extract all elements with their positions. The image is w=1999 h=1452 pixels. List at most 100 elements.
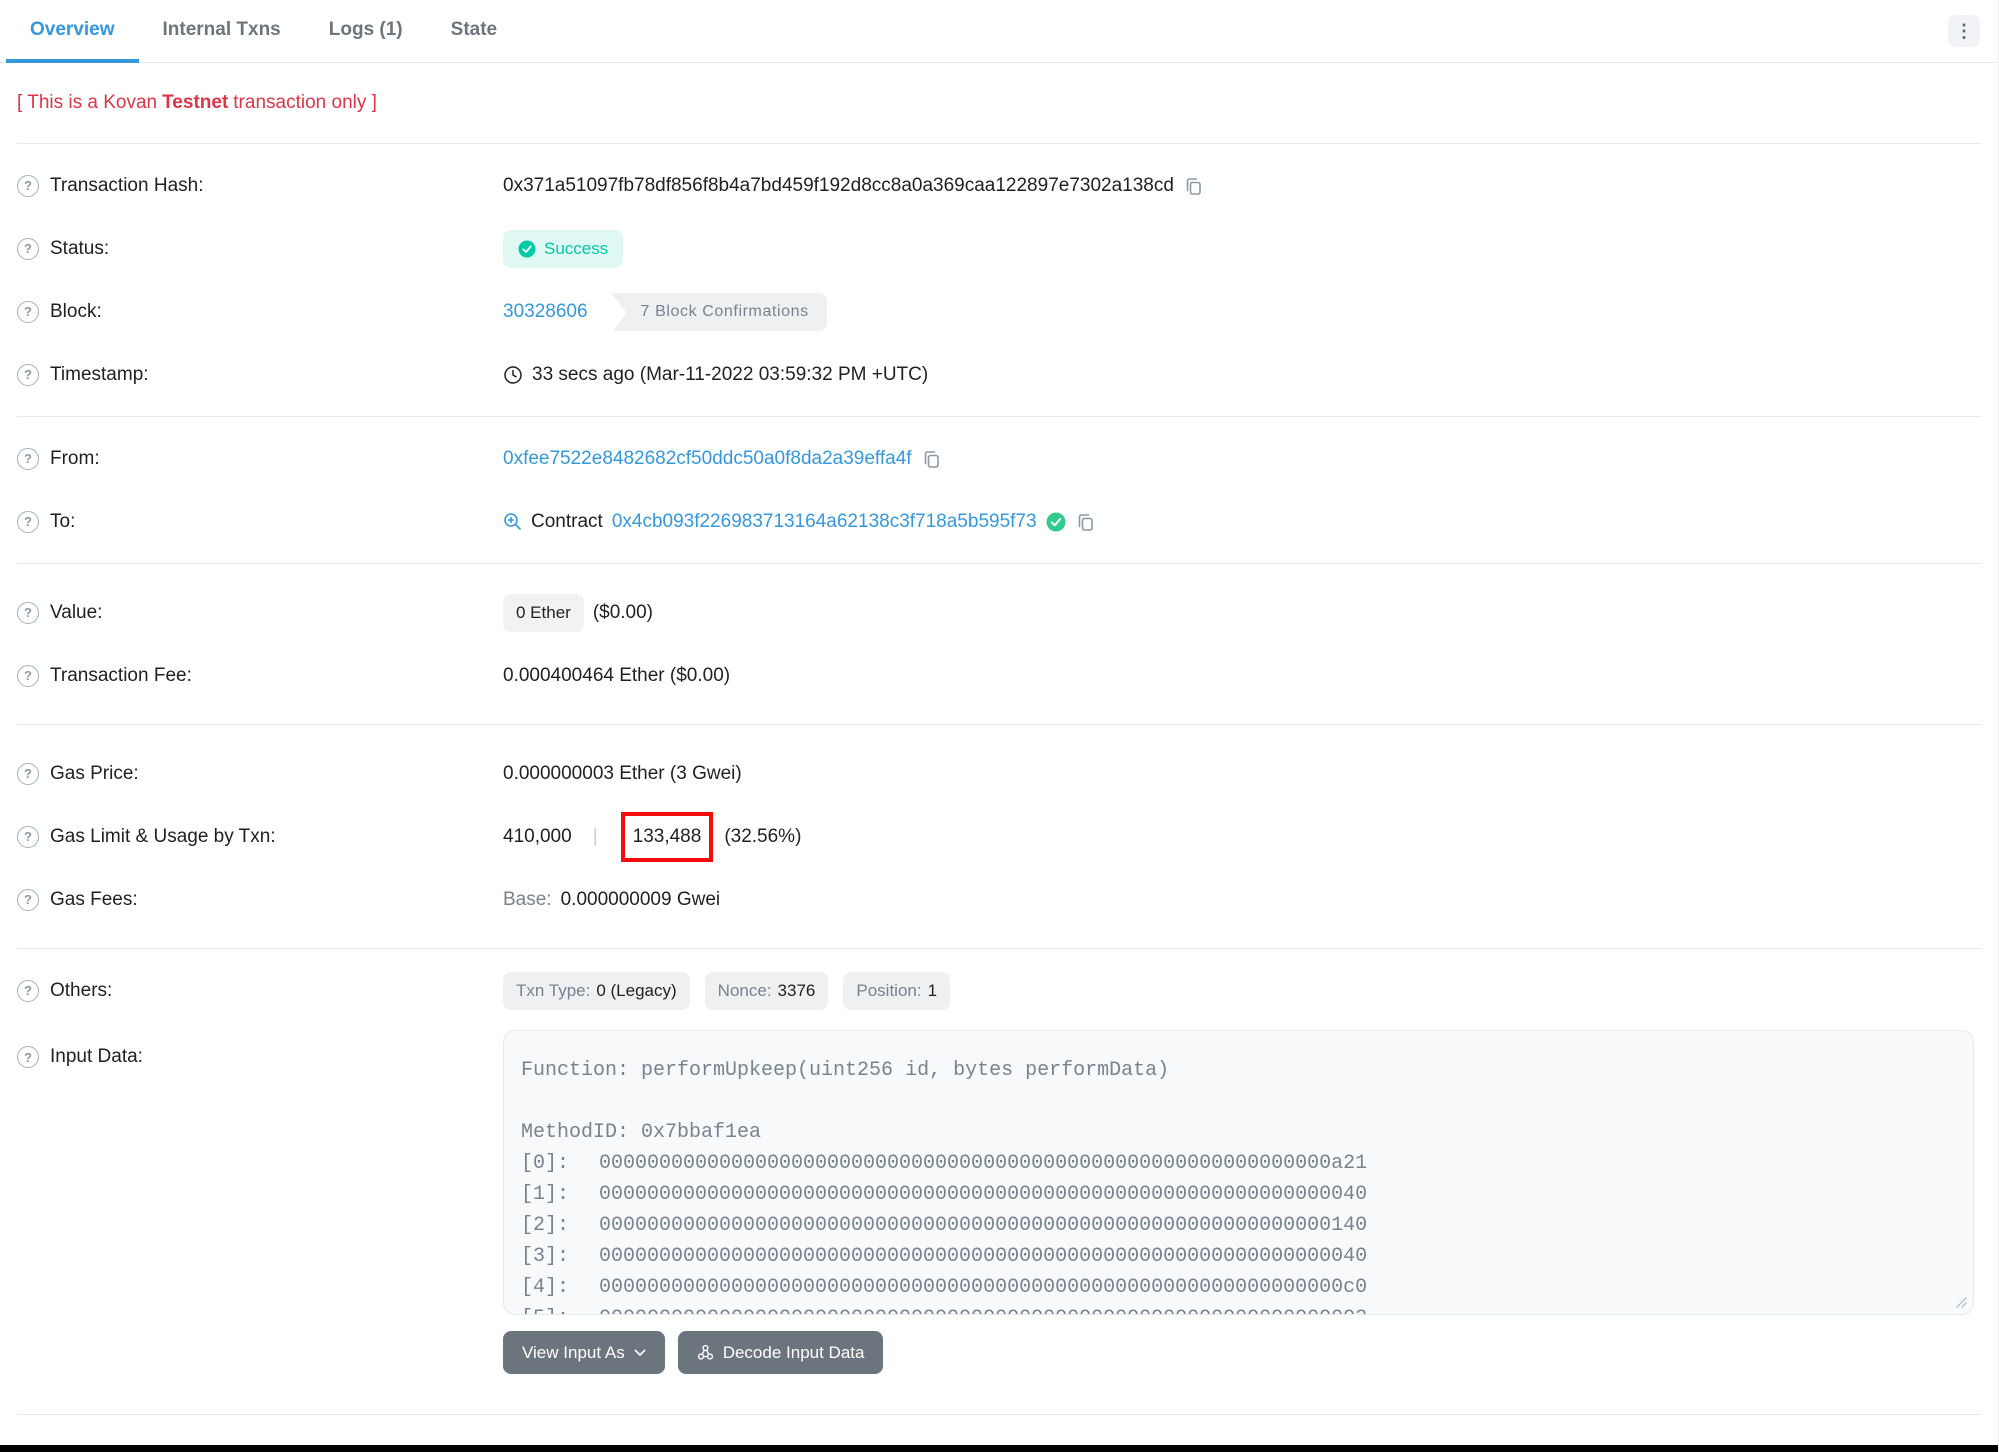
copy-icon[interactable] bbox=[921, 449, 941, 469]
gas-fees-base-value: 0.000000009 Gwei bbox=[560, 888, 721, 910]
transaction-hash-value: 0x371a51097fb78df856f8b4a7bd459f192d8cc8… bbox=[503, 174, 1174, 196]
copy-icon[interactable] bbox=[1183, 176, 1203, 196]
from-label: From: bbox=[50, 447, 100, 469]
help-icon[interactable]: ? bbox=[17, 1046, 39, 1068]
decode-input-data-button[interactable]: Decode Input Data bbox=[677, 1331, 884, 1374]
help-icon[interactable]: ? bbox=[17, 664, 39, 687]
help-icon[interactable]: ? bbox=[17, 237, 39, 260]
row-status: ? Status: Success bbox=[17, 217, 1981, 280]
word-index: [0]: bbox=[521, 1152, 570, 1175]
help-icon[interactable]: ? bbox=[17, 979, 39, 1002]
help-icon[interactable]: ? bbox=[17, 825, 39, 848]
nonce-value: 3376 bbox=[777, 980, 816, 1000]
position-badge: Position: 1 bbox=[843, 971, 951, 1010]
word-index: [3]: bbox=[521, 1245, 570, 1268]
word-hex: 0000000000000000000000000000000000000000… bbox=[599, 1183, 1368, 1206]
row-transaction-fee: ? Transaction Fee: 0.000400464 Ether ($0… bbox=[17, 644, 1981, 707]
gas-used-value: 133,488 bbox=[632, 825, 702, 847]
timestamp-label: Timestamp: bbox=[50, 363, 149, 385]
group-value-fee: ? Value: 0 Ether ($0.00) ? Transaction F… bbox=[0, 564, 1998, 724]
word-index: [2]: bbox=[521, 1214, 570, 1237]
chevron-down-icon bbox=[634, 1349, 646, 1357]
group-others-input: ? Others: Txn Type: 0 (Legacy) Nonce: 33… bbox=[0, 949, 1998, 1384]
group-hash-status-block-time: ? Transaction Hash: 0x371a51097fb78df856… bbox=[0, 144, 1998, 416]
input-word-row: [2]: 00000000000000000000000000000000000… bbox=[521, 1210, 1956, 1241]
status-badge: Success bbox=[503, 229, 624, 268]
position-key: Position: bbox=[856, 980, 922, 1000]
block-number-link[interactable]: 30328606 bbox=[503, 301, 588, 323]
tab-state[interactable]: State bbox=[427, 0, 521, 63]
help-icon[interactable]: ? bbox=[17, 601, 39, 624]
kebab-menu-button[interactable]: ⋮ bbox=[1948, 15, 1980, 47]
timestamp-value: 33 secs ago (Mar-11-2022 03:59:32 PM +UT… bbox=[532, 363, 929, 385]
to-address-link[interactable]: 0x4cb093f226983713164a62138c3f718a5b595f… bbox=[612, 511, 1037, 533]
help-icon[interactable]: ? bbox=[17, 888, 39, 911]
input-data-label: Input Data: bbox=[50, 1046, 143, 1067]
tab-logs[interactable]: Logs (1) bbox=[305, 0, 427, 63]
tab-bar: Overview Internal Txns Logs (1) State ⋮ bbox=[0, 0, 1998, 63]
nonce-key: Nonce: bbox=[717, 980, 772, 1000]
row-timestamp: ? Timestamp: 33 secs ago (Mar-11-2022 03… bbox=[17, 343, 1981, 406]
help-icon[interactable]: ? bbox=[17, 174, 39, 197]
gas-limit-label: Gas Limit & Usage by Txn: bbox=[50, 825, 276, 847]
word-index: [5]: bbox=[521, 1303, 599, 1314]
value-usd: ($0.00) bbox=[592, 601, 654, 623]
annotation-red-box: 133,488 bbox=[620, 811, 714, 862]
testnet-notice: [ This is a Kovan Testnet transaction on… bbox=[0, 63, 1998, 143]
notice-prefix: [ This is a Kovan bbox=[17, 92, 158, 113]
success-check-icon bbox=[518, 240, 536, 258]
row-others: ? Others: Txn Type: 0 (Legacy) Nonce: 33… bbox=[17, 959, 1981, 1022]
status-label: Status: bbox=[50, 237, 110, 259]
gas-limit-value: 410,000 bbox=[503, 825, 572, 847]
row-input-data: ? Input Data: Function: performUpkeep(ui… bbox=[17, 1030, 1981, 1315]
row-to: ? To: Contract 0x4cb093f226983713164a621… bbox=[17, 490, 1981, 553]
row-transaction-hash: ? Transaction Hash: 0x371a51097fb78df856… bbox=[17, 154, 1981, 217]
help-icon[interactable]: ? bbox=[17, 447, 39, 470]
resize-handle-icon[interactable] bbox=[1954, 1295, 1968, 1309]
from-address-link[interactable]: 0xfee7522e8482682cf50ddc50a0f8da2a39effa… bbox=[503, 448, 912, 470]
kebab-menu-icon: ⋮ bbox=[1955, 20, 1973, 41]
gas-price-value: 0.000000003 Ether (3 Gwei) bbox=[503, 762, 742, 784]
gas-price-label: Gas Price: bbox=[50, 762, 139, 784]
help-icon[interactable]: ? bbox=[17, 363, 39, 386]
view-input-as-label: View Input As bbox=[522, 1342, 625, 1362]
input-data-box[interactable]: Function: performUpkeep(uint256 id, byte… bbox=[503, 1030, 1974, 1315]
decode-icon bbox=[697, 1344, 714, 1361]
input-word-row: [1]: 00000000000000000000000000000000000… bbox=[521, 1179, 1956, 1210]
transaction-fee-value: 0.000400464 Ether ($0.00) bbox=[503, 664, 731, 686]
row-block: ? Block: 30328606 7 Block Confirmations bbox=[17, 280, 1981, 343]
group-from-to: ? From: 0xfee7522e8482682cf50ddc50a0f8da… bbox=[0, 417, 1998, 563]
help-icon[interactable]: ? bbox=[17, 300, 39, 323]
pipe-separator: | bbox=[592, 825, 598, 847]
gas-used-percent: (32.56%) bbox=[724, 825, 802, 847]
input-word-row: [4]: 00000000000000000000000000000000000… bbox=[521, 1272, 1956, 1303]
status-badge-text: Success bbox=[544, 238, 609, 258]
footer-bar bbox=[0, 1445, 1998, 1452]
row-gas-limit-usage: ? Gas Limit & Usage by Txn: 410,000 | 13… bbox=[17, 805, 1981, 868]
help-icon[interactable]: ? bbox=[17, 510, 39, 533]
tab-internal-txns[interactable]: Internal Txns bbox=[139, 0, 305, 63]
tab-overview[interactable]: Overview bbox=[6, 0, 139, 63]
to-label: To: bbox=[50, 510, 76, 532]
copy-icon[interactable] bbox=[1075, 512, 1095, 532]
input-methodid-line: MethodID: 0x7bbaf1ea bbox=[521, 1117, 1956, 1148]
word-index: [1]: bbox=[521, 1183, 570, 1206]
gas-fees-label: Gas Fees: bbox=[50, 888, 138, 910]
magnifier-plus-icon[interactable] bbox=[503, 512, 522, 531]
divider bbox=[17, 1414, 1981, 1415]
notice-suffix: transaction only ] bbox=[233, 92, 377, 113]
nonce-badge: Nonce: 3376 bbox=[704, 971, 829, 1010]
block-confirmations-badge: 7 Block Confirmations bbox=[610, 292, 827, 333]
input-methodid-text: MethodID: 0x7bbaf1ea bbox=[521, 1121, 762, 1144]
txn-type-key: Txn Type: bbox=[516, 980, 591, 1000]
word-hex: 0000000000000000000000000000000000000000… bbox=[599, 1245, 1368, 1268]
txn-type-badge: Txn Type: 0 (Legacy) bbox=[503, 971, 690, 1010]
row-value: ? Value: 0 Ether ($0.00) bbox=[17, 581, 1981, 644]
to-contract-word: Contract bbox=[531, 510, 603, 532]
verified-contract-icon bbox=[1046, 512, 1066, 532]
word-hex: 0000000000000000000000000000000000000000… bbox=[599, 1152, 1368, 1175]
help-icon[interactable]: ? bbox=[17, 762, 39, 785]
view-input-as-button[interactable]: View Input As bbox=[503, 1331, 665, 1374]
word-hex: 0000000000000000000000000000000000000000… bbox=[599, 1276, 1368, 1299]
input-word-row: [5]: 00000000000000000000000000000000000… bbox=[521, 1303, 1956, 1314]
